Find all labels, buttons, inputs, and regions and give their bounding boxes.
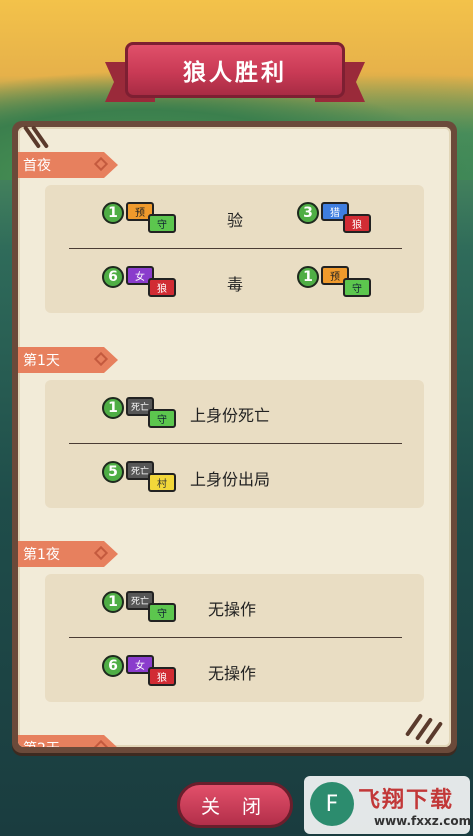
- section-label: 第2天: [23, 738, 60, 747]
- player-number: 1: [297, 266, 319, 288]
- action-text: 上身份死亡: [190, 406, 271, 425]
- action-text: 无操作: [208, 664, 257, 683]
- result-title: 狼人胜利: [183, 60, 287, 86]
- role-card-guard: 守: [148, 409, 176, 428]
- row-divider: [69, 443, 402, 444]
- role-card-guard: 守: [148, 603, 176, 622]
- close-button[interactable]: 关 闭: [177, 782, 293, 828]
- action-text: 上身份出局: [190, 470, 271, 489]
- role-card-guard: 守: [148, 214, 176, 233]
- section-tab-night-1: 第1夜: [18, 541, 118, 567]
- watermark: F 飞翔下载 www.fxxz.com: [304, 776, 472, 834]
- role-card-wolf: 狼: [148, 667, 176, 686]
- section-tab-first-night: 首夜: [18, 152, 118, 178]
- action-text: 无操作: [208, 600, 257, 619]
- section-box-night-1: 1 死亡 守 无操作 6 女 狼 无操作: [45, 574, 424, 702]
- log-row: 6 女 狼 毒 1 预 守: [45, 264, 424, 324]
- diamond-icon: [93, 739, 109, 747]
- player-number: 6: [102, 655, 124, 677]
- player-number: 3: [297, 202, 319, 224]
- player-number: 1: [102, 591, 124, 613]
- role-card-villager: 村: [148, 473, 176, 492]
- log-row: 1 死亡 守 无操作: [45, 589, 424, 649]
- player-number: 6: [102, 266, 124, 288]
- log-row: 5 死亡 村 上身份出局: [45, 459, 424, 519]
- title-banner: 狼人胜利: [105, 38, 365, 108]
- diamond-icon: [93, 545, 109, 561]
- role-card-wolf: 狼: [148, 278, 176, 297]
- action-text: 验: [227, 211, 244, 230]
- role-card-wolf: 狼: [343, 214, 371, 233]
- section-label: 第1夜: [23, 547, 60, 563]
- action-text: 毒: [227, 275, 244, 294]
- diamond-icon: [93, 156, 109, 172]
- section-tab-day-2: 第2天: [18, 735, 118, 747]
- player-number: 5: [102, 461, 124, 483]
- section-label: 第1天: [23, 353, 60, 369]
- row-divider: [69, 637, 402, 638]
- role-card-guard: 守: [343, 278, 371, 297]
- log-row: 1 预 守 验 3 猎 狼: [45, 200, 424, 260]
- player-number: 1: [102, 202, 124, 224]
- log-row: 1 死亡 守 上身份死亡: [45, 395, 424, 455]
- section-box-first-night: 1 预 守 验 3 猎 狼 6 女 狼 毒 1 预 守: [45, 185, 424, 313]
- section-tab-day-1: 第1天: [18, 347, 118, 373]
- watermark-brand: 飞翔下载: [358, 788, 455, 813]
- game-log-panel[interactable]: 首夜 1 预 守 验 3 猎 狼 6 女 狼 毒 1 预 守 第1天 1 死亡 …: [18, 127, 451, 747]
- log-row: 6 女 狼 无操作: [45, 653, 424, 713]
- section-label: 首夜: [23, 158, 51, 174]
- row-divider: [69, 248, 402, 249]
- watermark-url: www.fxxz.com: [374, 814, 472, 828]
- player-number: 1: [102, 397, 124, 419]
- diamond-icon: [93, 351, 109, 367]
- watermark-logo: F: [310, 782, 354, 826]
- section-box-day-1: 1 死亡 守 上身份死亡 5 死亡 村 上身份出局: [45, 380, 424, 508]
- banner-plate: 狼人胜利: [125, 42, 345, 98]
